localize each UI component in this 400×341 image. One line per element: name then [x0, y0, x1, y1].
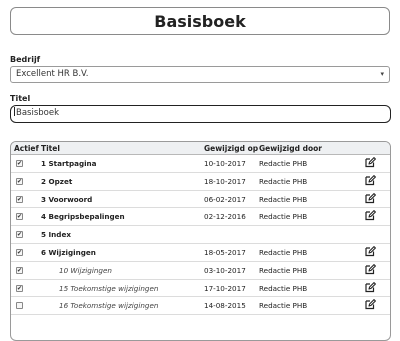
row-title: 4 Begripsbepalingen: [41, 212, 125, 222]
title-label: Titel: [10, 94, 31, 103]
company-select[interactable]: Excellent HR B.V. ▾: [10, 66, 390, 83]
row-modified-on: 18-05-2017: [204, 247, 246, 257]
active-checkbox[interactable]: ✔: [16, 195, 23, 203]
table-row[interactable]: ✔ 10 Wijzigingen 03-10-2017 Redactie PHB: [11, 261, 390, 280]
row-modified-by: Redactie PHB: [259, 247, 308, 257]
row-title: 16 Toekomstige wijzigingen: [59, 301, 159, 311]
table-row[interactable]: ✔ 2 Opzet 18-10-2017 Redactie PHB: [11, 173, 390, 191]
edit-icon[interactable]: [364, 298, 376, 310]
title-input[interactable]: Basisboek: [10, 105, 391, 123]
header-modified-on[interactable]: Gewijzigd op: [204, 144, 258, 153]
row-modified-on: 06-02-2017: [204, 194, 246, 204]
table-row[interactable]: ✔ 4 Begripsbepalingen 02-12-2016 Redactie P…: [11, 208, 390, 227]
row-modified-on: 10-10-2017: [204, 159, 246, 168]
row-modified-by: Redactie PHB: [259, 283, 308, 293]
header-active[interactable]: Actief: [14, 144, 39, 153]
edit-icon[interactable]: [364, 174, 376, 186]
row-title: 2 Opzet: [41, 176, 73, 186]
row-title: 3 Voorwoord: [41, 194, 93, 204]
row-title: 1 Startpagina: [41, 159, 97, 168]
row-modified-by: Redactie PHB: [259, 176, 308, 186]
chapters-table: Actief Titel Gewijzigd op Gewijzigd door…: [10, 141, 391, 341]
active-checkbox[interactable]: [16, 302, 23, 310]
row-modified-on: 18-10-2017: [204, 176, 246, 186]
edit-icon[interactable]: [364, 281, 376, 293]
row-modified-by: Redactie PHB: [259, 194, 308, 204]
row-modified-on: 14-08-2015: [204, 301, 246, 311]
active-checkbox[interactable]: ✔: [16, 231, 23, 239]
active-checkbox[interactable]: ✔: [16, 284, 23, 292]
table-row[interactable]: 16 Toekomstige wijzigingen 14-08-2015 Reda…: [11, 297, 390, 316]
edit-icon[interactable]: [364, 192, 376, 204]
table-body: ✔ 1 Startpagina 10-10-2017 Redactie PHB ✔ 2 O…: [11, 155, 390, 316]
row-modified-by: Redactie PHB: [259, 159, 308, 168]
table-row[interactable]: ✔ 5 Index: [11, 226, 390, 244]
row-modified-on: 17-10-2017: [204, 283, 246, 293]
chevron-down-icon: ▾: [380, 70, 384, 78]
edit-icon[interactable]: [364, 209, 376, 221]
row-modified-by: Redactie PHB: [259, 301, 308, 311]
row-title: 6 Wijzigingen: [41, 247, 96, 257]
company-label: Bedrijf: [10, 55, 41, 64]
company-select-value: Excellent HR B.V.: [16, 69, 89, 79]
active-checkbox[interactable]: ✔: [16, 213, 23, 221]
table-row[interactable]: ✔ 6 Wijzigingen 18-05-2017 Redactie PHB: [11, 244, 390, 262]
header-title[interactable]: Titel: [41, 144, 60, 153]
table-row[interactable]: ✔ 15 Toekomstige wijzigingen 17-10-2017 Red…: [11, 280, 390, 298]
row-title: 5 Index: [41, 230, 71, 240]
row-modified-by: Redactie PHB: [259, 212, 308, 222]
table-header: Actief Titel Gewijzigd op Gewijzigd door: [11, 142, 390, 155]
active-checkbox[interactable]: ✔: [16, 266, 23, 274]
row-modified-by: Redactie PHB: [259, 265, 308, 275]
title-input-value: Basisboek: [16, 108, 60, 118]
page-title: Basisboek: [10, 7, 390, 35]
row-modified-on: 03-10-2017: [204, 265, 246, 275]
active-checkbox[interactable]: ✔: [16, 160, 23, 167]
edit-icon[interactable]: [364, 156, 376, 168]
active-checkbox[interactable]: ✔: [16, 177, 23, 185]
edit-icon[interactable]: [364, 245, 376, 257]
row-modified-on: 02-12-2016: [204, 212, 246, 222]
row-title: 15 Toekomstige wijzigingen: [59, 283, 159, 293]
table-row[interactable]: ✔ 3 Voorwoord 06-02-2017 Redactie PHB: [11, 190, 390, 209]
edit-icon[interactable]: [364, 263, 376, 275]
active-checkbox[interactable]: ✔: [16, 248, 23, 256]
text-cursor: [14, 107, 15, 116]
row-title: 10 Wijzigingen: [59, 265, 112, 275]
table-row[interactable]: ✔ 1 Startpagina 10-10-2017 Redactie PHB: [11, 155, 390, 173]
header-modified-by[interactable]: Gewijzigd door: [259, 144, 322, 153]
